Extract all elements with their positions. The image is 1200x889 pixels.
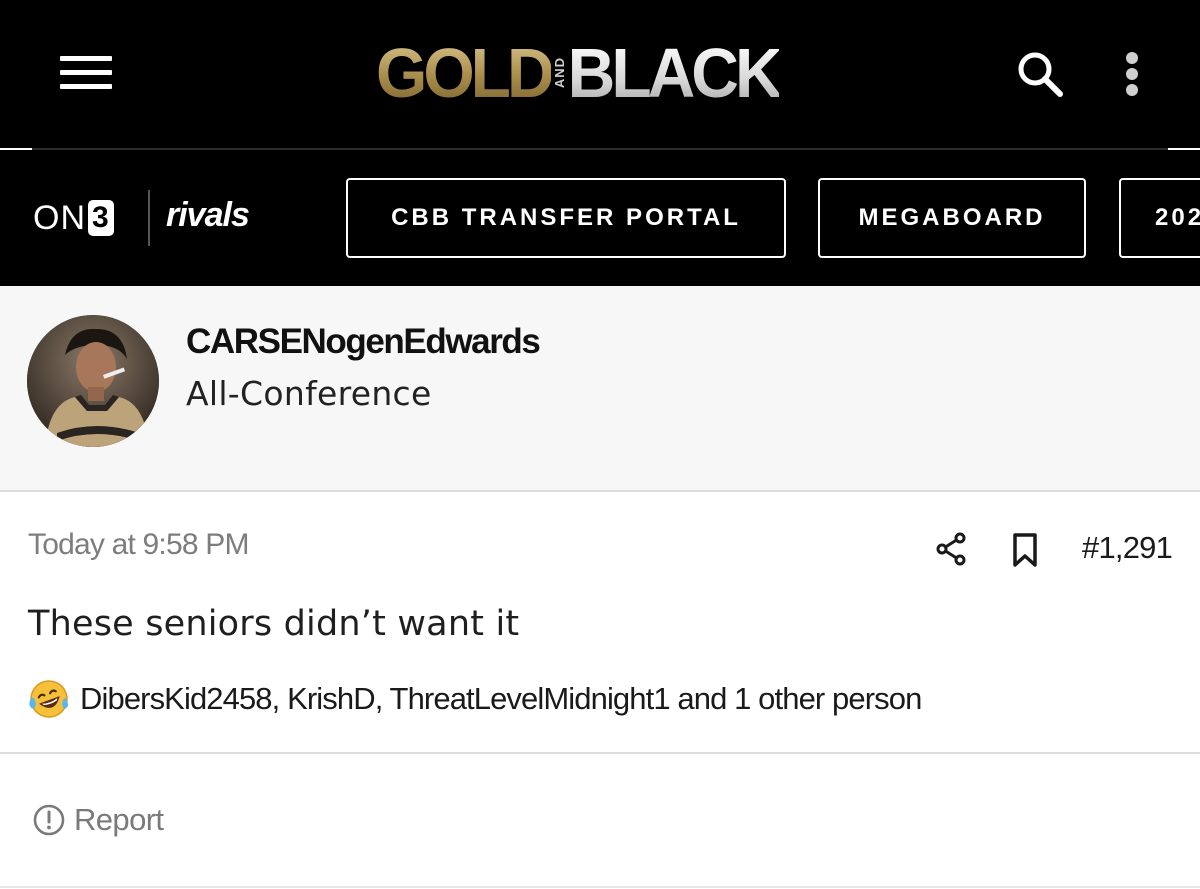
post-timestamp[interactable]: Today at 9:58 PM <box>28 528 249 562</box>
sub-navigation: ON 3 rivals CBB TRANSFER PORTAL MEGABOARD… <box>0 150 1200 286</box>
post-author-header: CARSENogenEdwards All-Conference <box>0 286 1200 492</box>
nav-pill-truncated[interactable]: 202 <box>1119 178 1200 258</box>
site-logo[interactable]: GOLD AND BLACK <box>376 34 783 112</box>
on3-logo-text: ON <box>33 198 86 237</box>
report-label: Report <box>74 802 164 837</box>
bookmark-icon[interactable] <box>1010 532 1040 568</box>
footer-divider <box>0 886 1200 888</box>
post-number[interactable]: #1,291 <box>1082 530 1173 566</box>
brand-separator <box>148 190 150 246</box>
on3-logo[interactable]: ON 3 <box>33 198 114 238</box>
hamburger-menu-icon[interactable] <box>60 56 112 90</box>
alert-circle-icon <box>33 804 65 836</box>
report-button[interactable]: Report <box>32 802 164 838</box>
logo-and-text: AND <box>551 57 567 89</box>
search-icon[interactable] <box>1014 50 1068 98</box>
rivals-logo[interactable]: rivals <box>166 196 250 235</box>
post-body-text: These seniors didn’t want it <box>28 604 520 644</box>
share-icon[interactable] <box>934 532 968 566</box>
reactions-users-text: DibersKid2458, KrishD, ThreatLevelMidnig… <box>80 681 922 716</box>
author-username[interactable]: CARSENogenEdwards <box>186 322 541 362</box>
more-vertical-icon[interactable] <box>1122 50 1142 98</box>
nav-pill-megaboard[interactable]: MEGABOARD <box>818 178 1086 258</box>
laughing-tears-emoji-icon <box>29 680 68 718</box>
forum-post: Today at 9:58 PM #1,291 These seniors di… <box>0 492 1200 754</box>
logo-gold-text: GOLD <box>376 34 555 112</box>
logo-black-text: BLACK <box>567 34 783 112</box>
nav-pill-cbb-transfer-portal[interactable]: CBB TRANSFER PORTAL <box>346 178 786 258</box>
on3-logo-digit: 3 <box>88 200 114 236</box>
author-rank-title: All-Conference <box>186 374 432 413</box>
post-reactions[interactable]: DibersKid2458, KrishD, ThreatLevelMidnig… <box>28 678 922 720</box>
top-header: GOLD AND BLACK <box>0 0 1200 148</box>
avatar[interactable] <box>27 315 159 447</box>
post-footer: Report <box>0 754 1200 889</box>
